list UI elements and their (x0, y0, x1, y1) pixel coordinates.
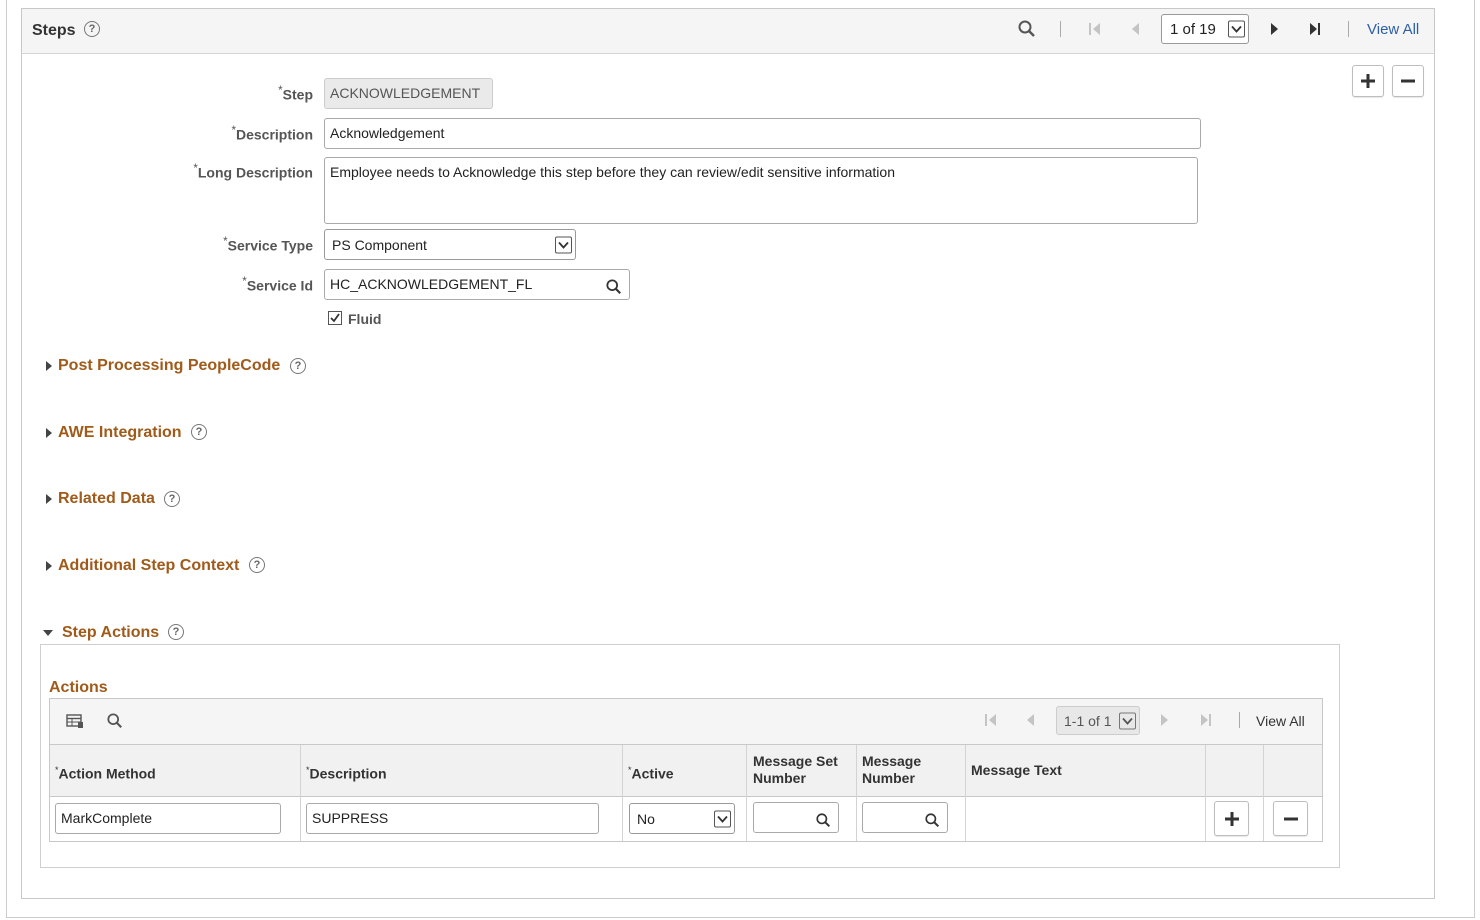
service-type-select[interactable]: PS Component (324, 229, 576, 260)
service-type-value: PS Component (332, 237, 427, 253)
fluid-checkbox-label: Fluid (348, 311, 382, 327)
checkbox-checked-icon[interactable] (328, 311, 342, 328)
column-header-message-set-line1: Message Set (753, 753, 838, 769)
column-divider (300, 745, 301, 841)
caret-right-icon[interactable] (46, 561, 52, 571)
first-page-icon (985, 713, 997, 730)
help-icon[interactable]: ? (191, 424, 207, 440)
step-label-text: Step (282, 86, 313, 103)
service-id-label-text: Service Id (246, 277, 313, 294)
column-header-action-method-text: Action Method (58, 765, 156, 782)
add-step-button[interactable] (1352, 65, 1384, 97)
active-select[interactable]: No (629, 803, 735, 834)
last-page-icon[interactable] (1309, 22, 1321, 39)
column-header-action-method[interactable]: *Action Method (55, 762, 156, 783)
last-page-icon (1200, 713, 1212, 730)
column-header-description[interactable]: *Description (306, 762, 387, 783)
description-label-text: Description (235, 126, 313, 143)
prev-page-icon (1026, 713, 1035, 730)
service-id-field[interactable]: HC_ACKNOWLEDGEMENT_FL (324, 269, 630, 300)
column-divider (1263, 745, 1264, 841)
grid-personalize-icon[interactable] (66, 713, 84, 732)
column-header-active[interactable]: *Active (628, 762, 674, 783)
section-step-actions[interactable]: Step Actions (62, 624, 159, 642)
minus-icon (1283, 817, 1298, 820)
service-type-label-text: Service Type (227, 237, 313, 254)
actions-grid-header (50, 745, 1322, 797)
column-header-message-number-line1: Message (862, 753, 922, 769)
action-description-input[interactable]: SUPPRESS (306, 803, 599, 834)
section-awe-integration[interactable]: AWE Integration (58, 424, 182, 442)
service-type-label: *Service Type (113, 235, 313, 254)
help-icon[interactable]: ? (164, 491, 180, 507)
plus-icon (1361, 74, 1375, 88)
delete-action-row-button[interactable] (1273, 801, 1308, 836)
column-divider (622, 745, 623, 841)
section-related-data[interactable]: Related Data (58, 490, 155, 508)
prev-page-icon (1131, 22, 1140, 39)
delete-step-button[interactable] (1392, 65, 1424, 97)
add-action-row-button[interactable] (1214, 801, 1249, 836)
message-set-number-input[interactable] (753, 802, 839, 833)
column-header-message-number[interactable]: Message Number (862, 753, 921, 787)
caret-right-icon[interactable] (46, 494, 52, 504)
long-description-label: *Long Description (113, 162, 313, 181)
column-header-message-set-number[interactable]: Message Set Number (753, 753, 838, 787)
search-icon[interactable] (606, 276, 622, 305)
column-header-active-text: Active (631, 765, 674, 782)
step-field: ACKNOWLEDGEMENT (324, 78, 493, 109)
search-icon[interactable] (816, 809, 831, 838)
separator (1348, 21, 1349, 37)
steps-pager-select[interactable]: 1 of 19 (1161, 14, 1249, 44)
column-header-message-set-line2: Number (753, 770, 806, 786)
chevron-down-icon (1228, 20, 1245, 38)
steps-pager-value: 1 of 19 (1170, 21, 1216, 38)
description-field[interactable]: Acknowledgement (324, 118, 1201, 149)
column-divider (746, 745, 747, 841)
caret-down-icon[interactable] (43, 630, 53, 636)
actions-pager-select: 1-1 of 1 (1056, 706, 1140, 735)
separator (1060, 21, 1061, 37)
minus-icon (1401, 79, 1415, 83)
section-post-processing[interactable]: Post Processing PeopleCode (58, 357, 280, 375)
description-label: *Description (113, 124, 313, 143)
actions-title: Actions (49, 679, 108, 696)
chevron-down-icon (555, 236, 572, 253)
message-number-input[interactable] (862, 802, 948, 833)
column-divider (965, 745, 966, 841)
steps-title: Steps (32, 22, 76, 39)
search-icon[interactable] (1018, 20, 1036, 41)
step-label: *Step (113, 84, 313, 103)
column-header-message-number-line2: Number (862, 770, 915, 786)
help-icon[interactable]: ? (249, 557, 265, 573)
active-select-value: No (637, 811, 655, 827)
next-page-icon (1160, 713, 1169, 730)
chevron-down-icon (1119, 712, 1136, 729)
column-divider (856, 745, 857, 841)
steps-view-all-link[interactable]: View All (1367, 21, 1419, 38)
help-icon[interactable]: ? (168, 624, 184, 640)
chevron-down-icon (714, 810, 731, 827)
search-icon[interactable] (925, 809, 940, 838)
actions-pager-value: 1-1 of 1 (1064, 713, 1112, 729)
help-icon[interactable]: ? (290, 358, 306, 374)
service-id-value: HC_ACKNOWLEDGEMENT_FL (330, 276, 533, 292)
search-icon[interactable] (107, 713, 123, 732)
caret-right-icon[interactable] (46, 428, 52, 438)
action-method-input[interactable]: MarkComplete (55, 803, 281, 834)
long-description-textarea[interactable]: Employee needs to Acknowledge this step … (324, 157, 1198, 224)
section-additional-step-context[interactable]: Additional Step Context (58, 557, 239, 575)
column-header-description-text: Description (309, 765, 387, 782)
plus-icon (1224, 811, 1239, 826)
help-icon[interactable]: ? (84, 21, 100, 37)
first-page-icon (1089, 22, 1101, 39)
caret-right-icon[interactable] (46, 361, 52, 371)
next-page-icon[interactable] (1270, 22, 1279, 39)
long-description-label-text: Long Description (197, 164, 313, 181)
column-divider (1205, 745, 1206, 841)
column-header-message-text[interactable]: Message Text (971, 762, 1062, 779)
service-id-label: *Service Id (113, 275, 313, 294)
actions-view-all-link[interactable]: View All (1256, 713, 1305, 729)
separator (1239, 712, 1240, 728)
